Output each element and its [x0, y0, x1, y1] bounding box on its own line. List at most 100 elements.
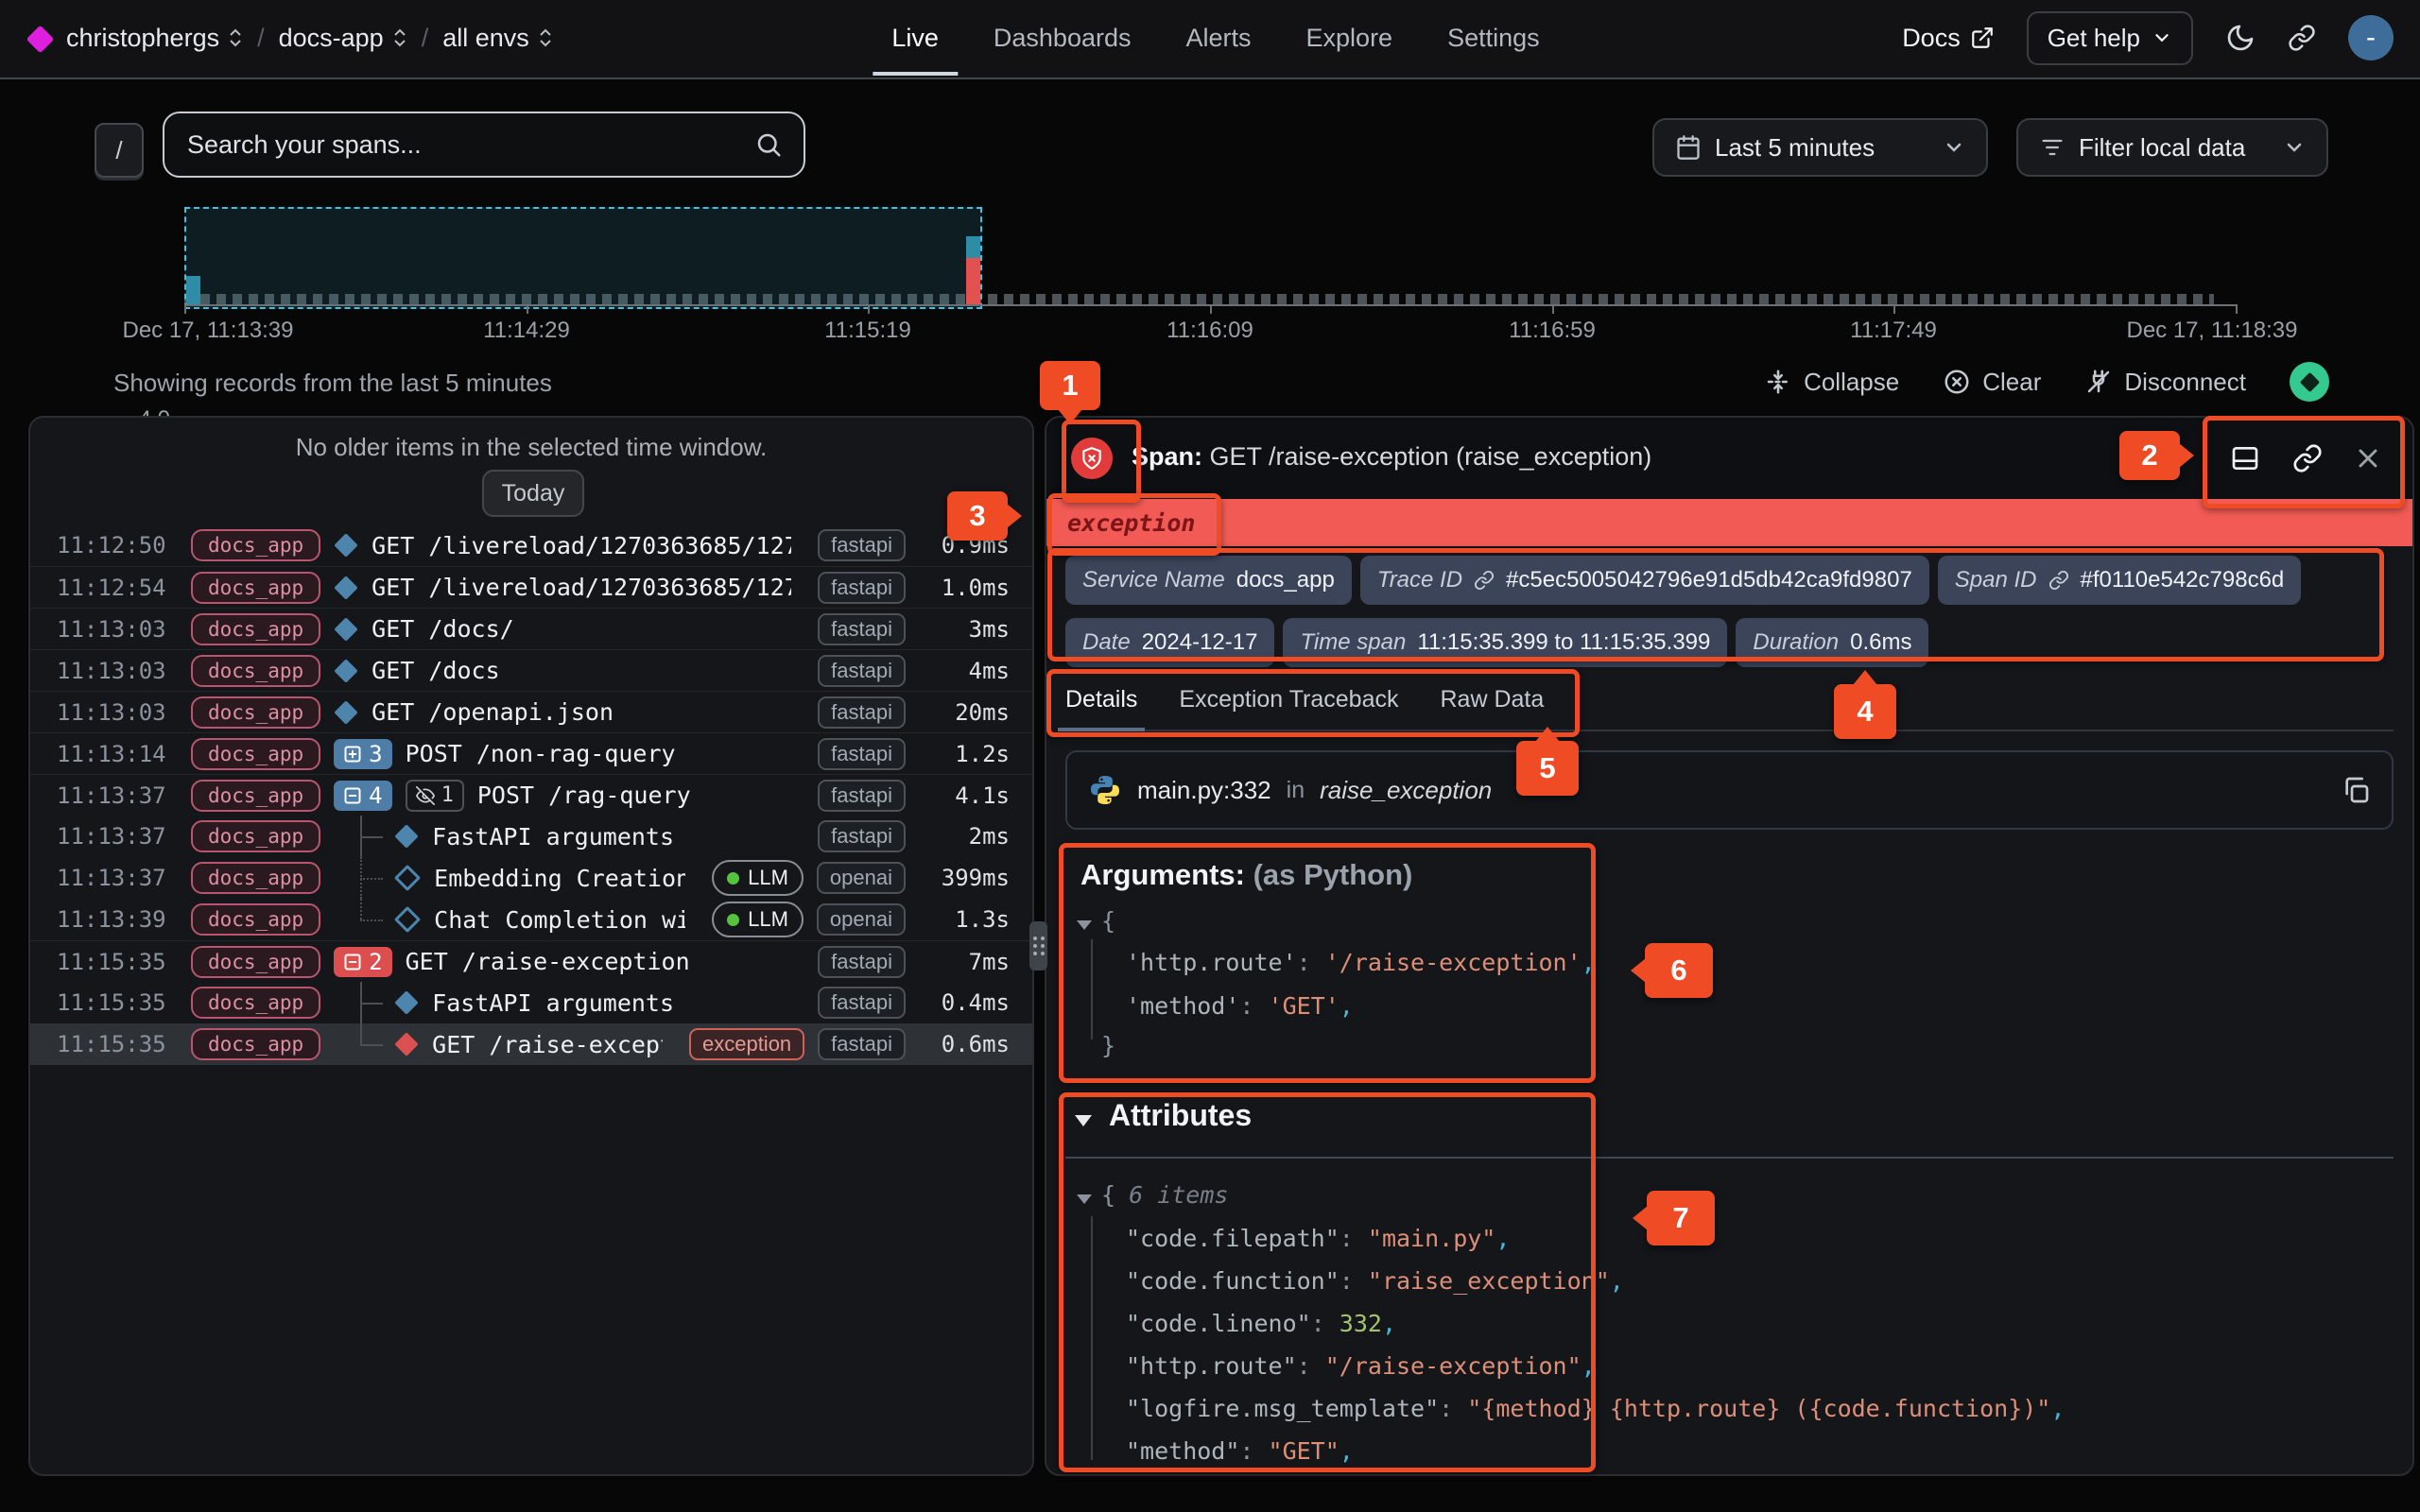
- framework-badge: fastapi: [818, 987, 906, 1019]
- x-axis-tick: [184, 306, 186, 314]
- llm-dot-icon: [727, 914, 739, 926]
- tab-dashboards[interactable]: Dashboards: [994, 0, 1132, 76]
- span-row[interactable]: 11:13:03 docs_app GET /docs fastapi 4ms: [30, 649, 1032, 691]
- get-help-label: Get help: [2048, 24, 2140, 53]
- expand-count-badge[interactable]: 3: [334, 739, 391, 769]
- collapse-button[interactable]: Collapse: [1764, 368, 1899, 397]
- span-diamond-icon: [334, 576, 357, 599]
- chevron-down-icon: [1943, 136, 1965, 159]
- breadcrumb-separator: /: [257, 24, 265, 53]
- x-axis-tick: [1893, 306, 1895, 314]
- span-row-selected[interactable]: 11:15:35 docs_app GET /raise-exception ……: [30, 1023, 1032, 1065]
- span-duration: 7ms: [919, 949, 1010, 975]
- span-row[interactable]: 11:13:37 docs_app Embedding Creation wit…: [30, 857, 1032, 899]
- disconnect-label: Disconnect: [2124, 368, 2246, 397]
- span-name: GET /raise-exception …: [432, 1031, 663, 1058]
- plus-square-icon: [343, 745, 362, 764]
- span-diamond-icon: [334, 700, 357, 724]
- annotation-label-5: 5: [1516, 741, 1579, 796]
- chart-selection-brush[interactable]: [184, 207, 982, 309]
- span-list-panel: No older items in the selected time wind…: [28, 416, 1034, 1476]
- span-row[interactable]: 11:15:35 docs_app 2 GET /raise-exception…: [30, 940, 1032, 982]
- disconnect-button[interactable]: Disconnect: [2084, 368, 2246, 397]
- span-time: 11:15:35: [57, 1031, 178, 1057]
- tree-connector: [343, 816, 381, 857]
- span-name: POST /non-rag-query: [406, 740, 676, 767]
- span-row[interactable]: 11:13:39 docs_app Chat Completion with '…: [30, 899, 1032, 940]
- docs-link[interactable]: Docs: [1902, 24, 1995, 53]
- breadcrumb-project[interactable]: docs-app: [279, 24, 407, 53]
- theme-toggle-moon-icon[interactable]: [2225, 23, 2256, 53]
- panel-resize-handle[interactable]: [1029, 921, 1047, 971]
- annotation-box-3: [1047, 493, 1221, 556]
- llm-badge: LLM: [712, 860, 804, 896]
- in-word: in: [1287, 777, 1305, 804]
- span-time: 11:12:50: [57, 532, 178, 558]
- span-time: 11:13:03: [57, 658, 178, 684]
- span-name: Embedding Creation wit…: [434, 865, 685, 892]
- collapse-count-badge-error[interactable]: 2: [334, 947, 391, 977]
- span-detail-title: Span: GET /raise-exception (raise_except…: [1132, 442, 1651, 472]
- span-row[interactable]: 11:12:54 docs_app GET /livereload/127036…: [30, 566, 1032, 608]
- today-button[interactable]: Today: [482, 470, 584, 517]
- framework-badge: fastapi: [818, 529, 906, 561]
- annotation-box-1: [1062, 420, 1141, 503]
- span-diamond-outline-icon: [394, 865, 421, 891]
- span-time: 11:12:54: [57, 575, 178, 601]
- get-help-button[interactable]: Get help: [2027, 11, 2193, 65]
- x-axis-tick: [868, 306, 870, 314]
- service-badge: docs_app: [191, 529, 320, 561]
- share-link-icon[interactable]: [2288, 24, 2316, 52]
- span-diamond-icon: [334, 533, 357, 557]
- span-row[interactable]: 11:13:37 docs_app FastAPI arguments fast…: [30, 816, 1032, 857]
- breadcrumb-org[interactable]: christophergs: [66, 24, 243, 53]
- search-input[interactable]: [185, 129, 741, 161]
- span-row[interactable]: 11:13:14 docs_app 3 POST /non-rag-query …: [30, 732, 1032, 774]
- span-row[interactable]: 11:13:37 docs_app 4 1 POST /rag-query fa…: [30, 774, 1032, 816]
- sort-chevrons-icon: [228, 28, 243, 47]
- code-location-card: main.py:332 in raise_exception: [1065, 750, 2394, 830]
- span-count-bar: [186, 276, 200, 304]
- records-window-status: Showing records from the last 5 minutes: [113, 369, 552, 398]
- breadcrumb-env[interactable]: all envs: [442, 24, 553, 53]
- span-duration: 0.6ms: [919, 1031, 1010, 1057]
- service-badge: docs_app: [191, 820, 320, 852]
- span-time: 11:15:35: [57, 989, 178, 1016]
- annotation-box-7: [1059, 1092, 1596, 1472]
- span-duration: 3ms: [919, 616, 1010, 643]
- plug-off-icon: [2084, 368, 2113, 396]
- clear-button[interactable]: Clear: [1943, 368, 2041, 397]
- span-duration: 2ms: [919, 823, 1010, 850]
- no-older-items-notice: No older items in the selected time wind…: [30, 433, 1032, 462]
- tree-connector: [343, 899, 381, 940]
- breadcrumb-org-label: christophergs: [66, 24, 219, 53]
- llm-badge: LLM: [712, 902, 804, 937]
- logfire-logo-icon[interactable]: [26, 26, 55, 54]
- span-name: GET /raise-exception: [406, 948, 690, 975]
- live-indicator[interactable]: [2290, 362, 2329, 402]
- exception-badge: exception: [689, 1028, 804, 1060]
- framework-badge: fastapi: [818, 655, 906, 687]
- collapse-count-badge[interactable]: 4: [334, 781, 391, 811]
- time-range-button[interactable]: Last 5 minutes: [1652, 118, 1988, 177]
- span-name: FastAPI arguments: [432, 823, 674, 850]
- span-row[interactable]: 11:15:35 docs_app FastAPI arguments fast…: [30, 982, 1032, 1023]
- span-row[interactable]: 11:13:03 docs_app GET /openapi.json fast…: [30, 691, 1032, 732]
- service-badge: docs_app: [191, 572, 320, 604]
- tab-alerts[interactable]: Alerts: [1185, 0, 1251, 76]
- tab-live[interactable]: Live: [891, 0, 939, 76]
- span-row[interactable]: 11:12:50 docs_app GET /livereload/127036…: [30, 524, 1032, 566]
- tab-settings[interactable]: Settings: [1447, 0, 1540, 76]
- service-badge: docs_app: [191, 1028, 320, 1060]
- service-badge: docs_app: [191, 780, 320, 812]
- filter-local-data-button[interactable]: Filter local data: [2016, 118, 2328, 177]
- span-row[interactable]: 11:13:03 docs_app GET /docs/ fastapi 3ms: [30, 608, 1032, 649]
- llm-dot-icon: [727, 872, 739, 885]
- tab-explore[interactable]: Explore: [1306, 0, 1393, 76]
- hidden-spans-badge[interactable]: 1: [406, 780, 464, 812]
- annotation-label-3: 3: [947, 491, 1008, 541]
- copy-icon[interactable]: [2341, 775, 2371, 805]
- user-avatar[interactable]: -: [2348, 15, 2394, 60]
- top-navbar: christophergs / docs-app / all envs Live…: [0, 0, 2420, 79]
- span-time: 11:13:14: [57, 741, 178, 767]
